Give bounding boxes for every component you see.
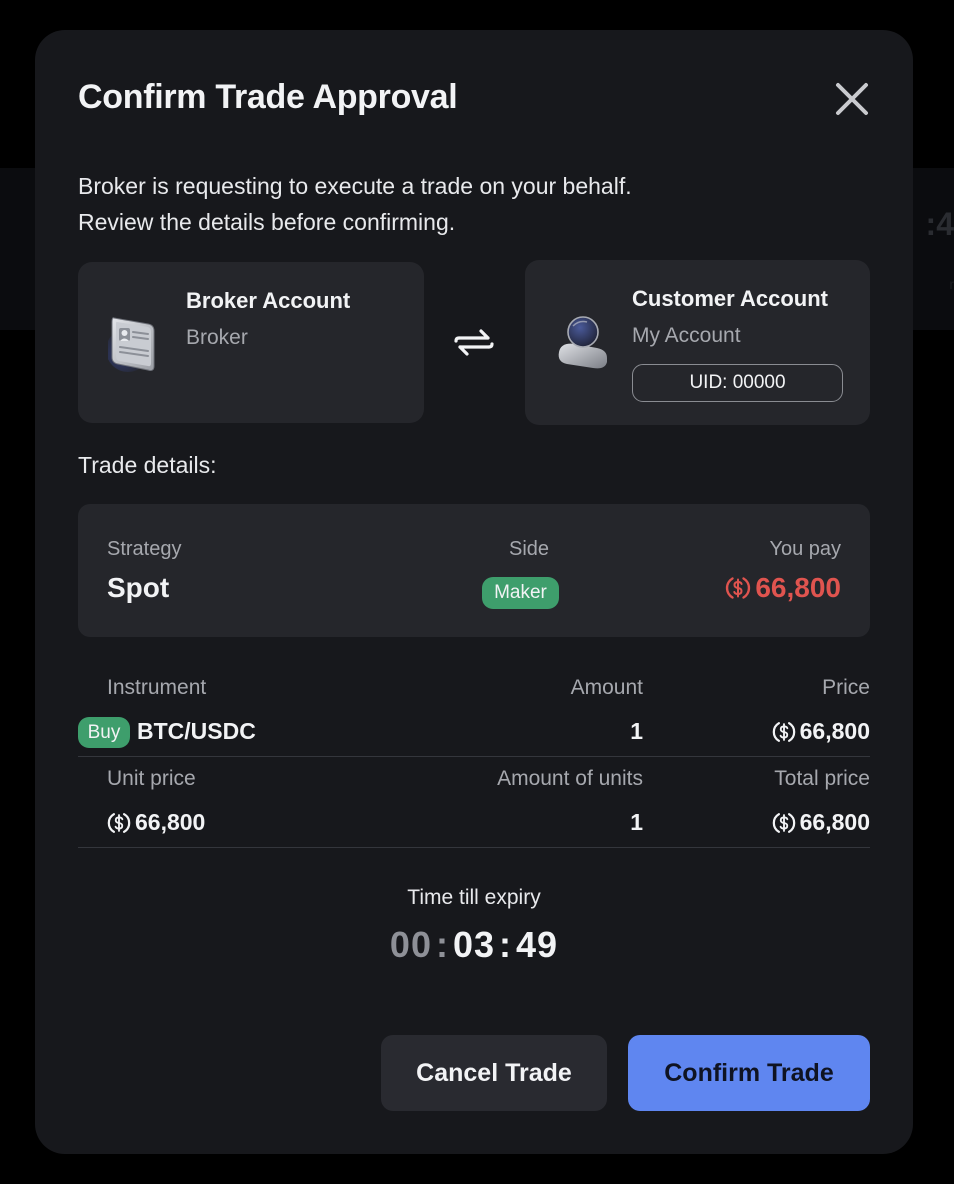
row-divider [78, 847, 870, 848]
swap-arrows-icon [454, 329, 494, 356]
instrument-pair: BTC/USDC [137, 718, 256, 744]
expiry-label: Time till expiry [407, 886, 541, 909]
amount-value: 1 [630, 718, 643, 745]
price-value: 66,800 [771, 718, 870, 745]
intro-line-1: Broker is requesting to execute a trade … [78, 173, 632, 199]
trade-details-label: Trade details: [78, 452, 217, 478]
background-ghost-text: :4 [925, 206, 954, 242]
usdc-dollar-icon [772, 812, 795, 833]
you-pay-amount: 66,800 [755, 572, 841, 603]
total-price-number: 66,800 [799, 809, 870, 835]
unit-price-number: 66,800 [135, 809, 206, 835]
amount-of-units-label: Amount of units [497, 767, 643, 790]
customer-account-card: Customer Account My Account UID: 00000 [525, 260, 870, 425]
usdc-dollar-icon [107, 812, 131, 833]
user-avatar-icon [558, 316, 607, 369]
timer-hours: 00 [389, 924, 432, 965]
buy-badge: Buy [78, 717, 130, 748]
row-divider [78, 756, 870, 757]
modal-description: Broker is requesting to execute a trade … [78, 168, 632, 240]
total-price-label: Total price [774, 767, 870, 790]
background-ghost-subtext: r [949, 276, 954, 292]
usdc-dollar-icon [772, 721, 795, 742]
trade-summary-box: Strategy Side You pay Spot Maker 66,800 [78, 504, 870, 637]
confirm-trade-modal: Confirm Trade Approval Broker is request… [35, 30, 913, 1154]
amount-of-units-number: 1 [630, 809, 643, 835]
timer-minutes: 03 [452, 924, 496, 965]
customer-account-name: My Account [632, 324, 741, 347]
side-badge: Maker [482, 577, 559, 609]
id-card-icon [108, 317, 155, 372]
amount-of-units-value: 1 [630, 809, 643, 836]
close-icon [836, 83, 868, 115]
close-button[interactable] [833, 80, 871, 118]
usdc-dollar-icon [726, 577, 751, 599]
confirm-trade-button[interactable]: Confirm Trade [628, 1035, 870, 1111]
instrument-value: BTC/USDC [137, 718, 256, 745]
strategy-value: Spot [107, 572, 170, 603]
unit-price-label: Unit price [107, 767, 196, 790]
price-label: Price [822, 676, 870, 699]
broker-account-card: Broker Account Broker [78, 262, 424, 423]
broker-account-title: Broker Account [186, 288, 351, 313]
you-pay-label: You pay [769, 538, 841, 560]
you-pay-value: 66,800 [724, 572, 841, 604]
expiry-timer: 00:03:49 [35, 924, 913, 966]
intro-line-2: Review the details before confirming. [78, 209, 456, 235]
total-price-value: 66,800 [771, 809, 870, 836]
strategy-label: Strategy [107, 538, 182, 560]
amount-number: 1 [630, 718, 643, 744]
broker-account-name: Broker [186, 326, 248, 349]
price-number: 66,800 [799, 718, 870, 744]
side-label: Side [509, 538, 550, 560]
uid-badge: UID: 00000 [632, 364, 843, 402]
timer-separator: : [499, 924, 513, 965]
customer-account-title: Customer Account [632, 286, 828, 311]
timer-separator: : [435, 924, 449, 965]
unit-price-value: 66,800 [106, 809, 205, 836]
modal-title: Confirm Trade Approval [78, 78, 458, 116]
cancel-trade-button[interactable]: Cancel Trade [381, 1035, 607, 1111]
amount-label: Amount [570, 676, 643, 699]
instrument-label: Instrument [107, 676, 207, 699]
timer-seconds: 49 [516, 924, 559, 965]
